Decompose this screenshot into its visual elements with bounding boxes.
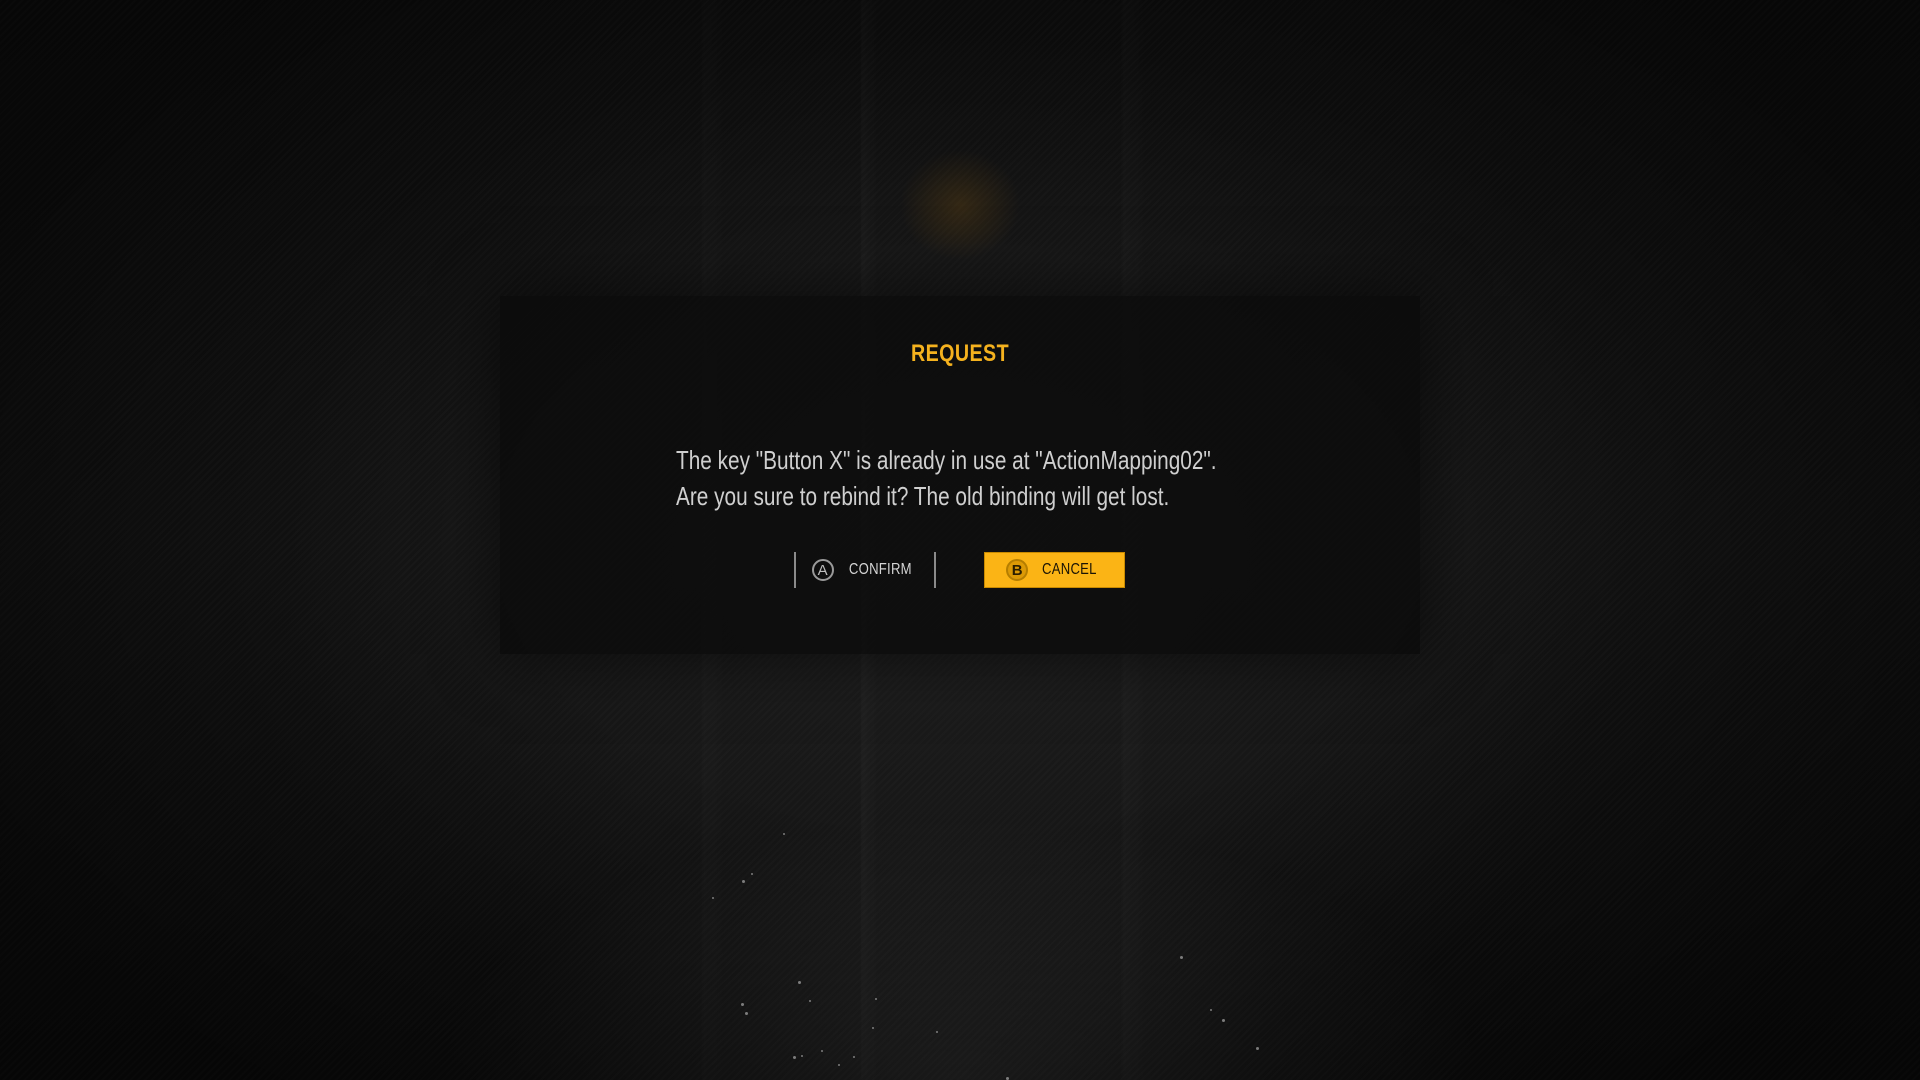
particle: [838, 1064, 840, 1066]
particle: [1180, 956, 1183, 959]
particle: [1256, 1047, 1259, 1050]
particle: [821, 1050, 823, 1052]
particle: [742, 880, 745, 883]
dialog-message-line-1: The key "Button X" is already in use at …: [676, 445, 1217, 475]
controller-b-button-icon: B: [1006, 559, 1029, 581]
particle: [798, 981, 801, 984]
dialog-message: The key "Button X" is already in use at …: [676, 442, 1217, 514]
particle: [745, 1012, 748, 1015]
particle: [1210, 1009, 1212, 1011]
dialog-message-line-2: Are you sure to rebind it? The old bindi…: [676, 481, 1170, 511]
particle: [801, 1055, 803, 1057]
particle: [936, 1031, 938, 1033]
particle: [872, 1027, 874, 1029]
particle: [1222, 1019, 1225, 1022]
particle: [809, 1000, 811, 1002]
particle: [712, 897, 714, 899]
confirm-button[interactable]: A CONFIRM: [794, 552, 936, 588]
particle: [875, 998, 877, 1000]
particle: [853, 1056, 855, 1058]
dialog-title: REQUEST: [910, 340, 1009, 367]
particle: [783, 833, 785, 835]
confirm-button-label: CONFIRM: [848, 561, 912, 578]
particle: [741, 1003, 744, 1006]
particle: [793, 1056, 796, 1059]
rebind-request-dialog: REQUEST The key "Button X" is already in…: [500, 296, 1420, 654]
controller-a-button-icon: A: [811, 559, 834, 581]
cancel-button-label: CANCEL: [1042, 561, 1097, 578]
particle: [751, 873, 753, 875]
cancel-button[interactable]: B CANCEL: [984, 552, 1125, 588]
